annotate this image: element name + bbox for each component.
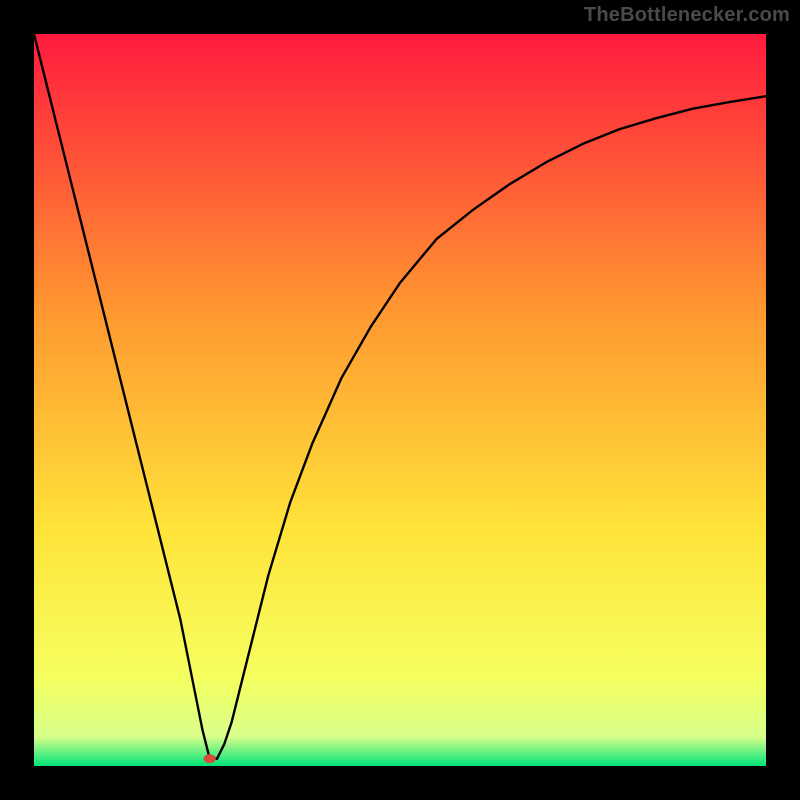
chart-svg [34,34,766,766]
plot-area [34,34,766,766]
gradient-background [34,34,766,766]
optimum-marker [204,754,216,763]
chart-frame: TheBottlenecker.com [0,0,800,800]
attribution-text: TheBottlenecker.com [584,4,790,27]
